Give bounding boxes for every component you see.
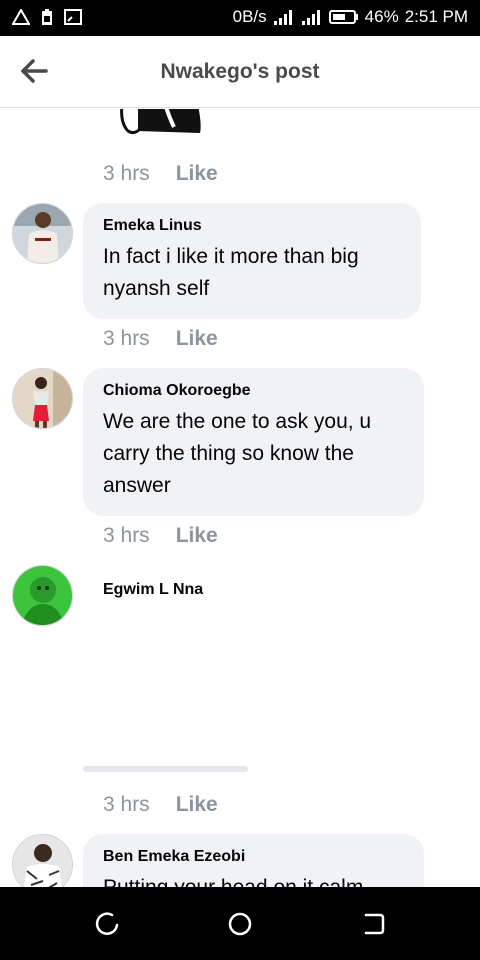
battery-percent: 46% xyxy=(364,7,399,26)
comment-text: We are the one to ask you, u carry the t… xyxy=(103,406,404,502)
like-button[interactable]: Like xyxy=(176,162,218,186)
recent-apps-button[interactable] xyxy=(92,909,122,939)
network-speed: 0B/s xyxy=(232,7,267,26)
comment-bubble[interactable]: Ben Emeka Ezeobi Putting your head on it… xyxy=(83,834,424,887)
comment-text-line: carry the thing so know the xyxy=(103,442,354,465)
battery-saver-icon xyxy=(40,8,54,26)
like-button[interactable]: Like xyxy=(176,793,218,817)
commenter-name[interactable]: Ben Emeka Ezeobi xyxy=(103,848,404,866)
commenter-name[interactable]: Egwim L Nna xyxy=(103,581,203,599)
avatar[interactable] xyxy=(12,368,73,429)
avatar[interactable] xyxy=(12,834,73,887)
home-button[interactable] xyxy=(225,909,255,939)
avatar[interactable] xyxy=(12,203,73,264)
status-bar: 0B/s 46% 2:51 PM xyxy=(0,0,480,36)
comment-time: 3 hrs xyxy=(103,793,150,816)
comment-text: In fact i like it more than big nyansh s… xyxy=(103,241,401,305)
comment-time: 3 hrs xyxy=(103,162,150,185)
warning-triangle-icon xyxy=(12,9,30,25)
signal-4g-icon xyxy=(301,8,323,26)
page-title: Nwakego's post xyxy=(160,60,320,83)
back-button[interactable] xyxy=(358,909,388,939)
like-button[interactable]: Like xyxy=(176,327,218,351)
comment-bubble[interactable]: Emeka Linus In fact i like it more than … xyxy=(83,203,421,319)
like-button[interactable]: Like xyxy=(176,524,218,548)
avatar[interactable] xyxy=(12,565,73,626)
comment-meta: 3 hrs Like xyxy=(103,327,218,351)
comment-time: 3 hrs xyxy=(103,524,150,547)
signal-icon xyxy=(273,8,295,26)
comment-meta: 3 hrs Like xyxy=(103,524,218,548)
comment-text-line: We are the one to ask you, u xyxy=(103,410,372,433)
comment-meta: 3 hrs Like xyxy=(103,793,218,817)
comment-meta: 3 hrs Like xyxy=(103,162,218,186)
comment-text: Putting your head on it calm xyxy=(103,872,404,887)
comment-text-line: nyansh self xyxy=(103,277,210,300)
sticker-image[interactable] xyxy=(118,109,204,139)
comment-text-line: In fact i like it more than big xyxy=(103,245,359,268)
back-icon xyxy=(364,913,385,935)
comment-text-line: Putting your head on it calm xyxy=(103,872,404,887)
comment-bubble[interactable]: Chioma Okoroegbe We are the one to ask y… xyxy=(83,368,424,516)
comment-text-line: answer xyxy=(103,474,171,497)
comment-time: 3 hrs xyxy=(103,327,150,350)
battery-icon xyxy=(328,9,359,25)
screen-cast-icon xyxy=(64,9,82,25)
commenter-name[interactable]: Chioma Okoroegbe xyxy=(103,382,404,400)
image-loading-placeholder xyxy=(83,766,248,772)
commenter-name[interactable]: Emeka Linus xyxy=(103,217,401,235)
home-icon xyxy=(228,912,252,936)
comments-list: 3 hrs Like Emeka Linus In fact i like it… xyxy=(0,109,480,887)
system-nav-bar xyxy=(0,887,480,960)
app-bar: Nwakego's post xyxy=(0,36,480,108)
recent-apps-icon xyxy=(95,912,119,935)
clock: 2:51 PM xyxy=(404,7,468,26)
